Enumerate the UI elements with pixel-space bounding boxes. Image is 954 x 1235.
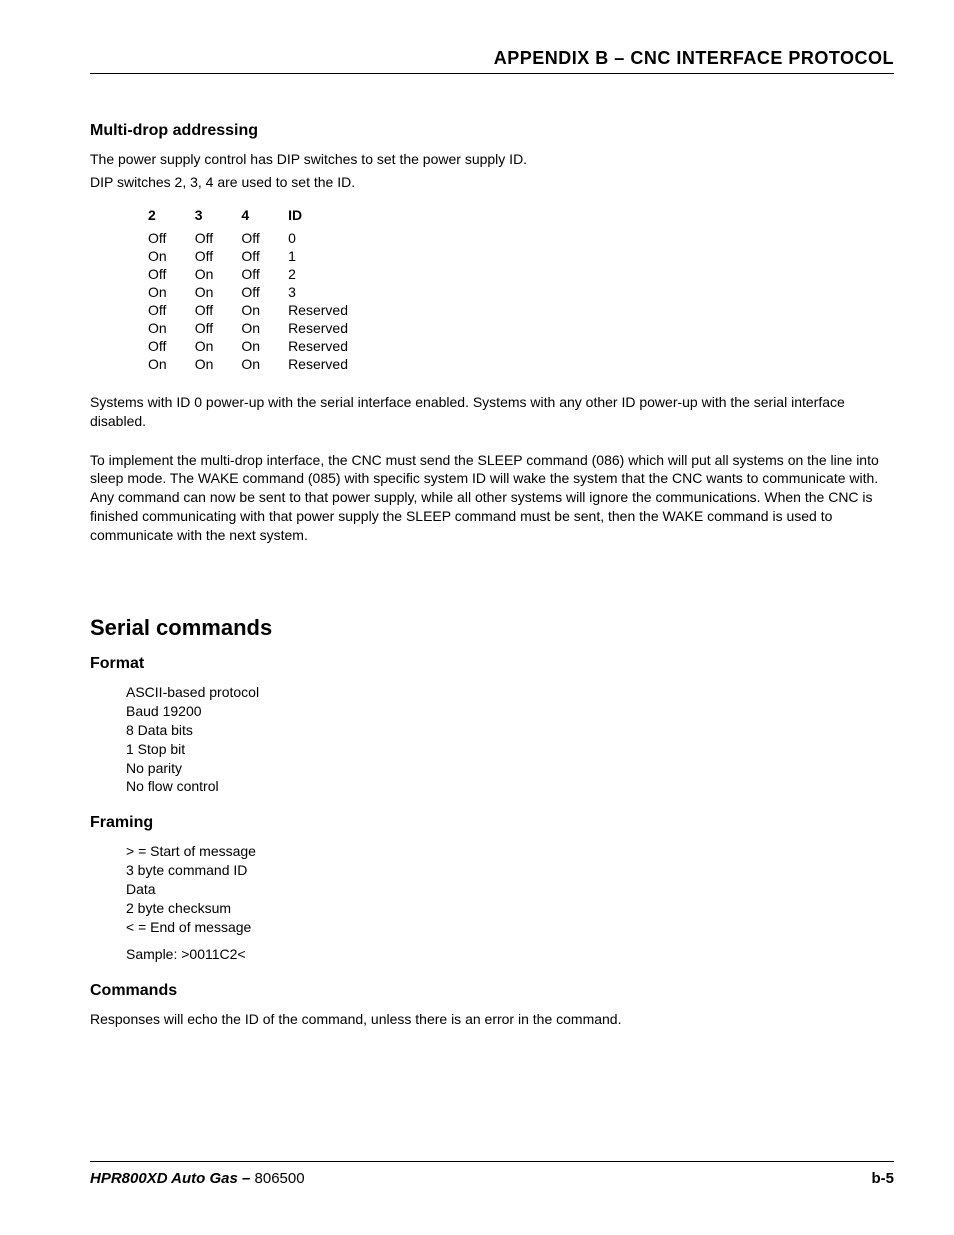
table-cell: 0: [288, 229, 376, 247]
table-cell: On: [241, 337, 288, 355]
multidrop-para-2: To implement the multi-drop interface, t…: [90, 451, 894, 545]
list-item: ASCII-based protocol: [126, 683, 894, 702]
table-cell: On: [148, 319, 195, 337]
dip-header-4: 4: [241, 206, 288, 229]
table-cell: Off: [195, 247, 242, 265]
table-cell: On: [195, 283, 242, 301]
dip-header-id: ID: [288, 206, 376, 229]
table-row: OffOnOff2: [148, 265, 376, 283]
table-cell: Off: [195, 229, 242, 247]
page: APPENDIX B – CNC INTERFACE PROTOCOL Mult…: [0, 0, 954, 1235]
table-cell: On: [148, 355, 195, 373]
table-row: OnOnOnReserved: [148, 355, 376, 373]
footer-page-number: b-5: [872, 1170, 895, 1187]
table-cell: On: [241, 301, 288, 319]
table-cell: On: [195, 355, 242, 373]
table-cell: On: [148, 247, 195, 265]
table-cell: Off: [241, 283, 288, 301]
footer-docnum: 806500: [255, 1170, 305, 1187]
heading-multidrop: Multi-drop addressing: [90, 122, 894, 140]
table-cell: Reserved: [288, 355, 376, 373]
footer-separator: –: [238, 1170, 255, 1187]
table-cell: 3: [288, 283, 376, 301]
footer-left: HPR800XD Auto Gas – 806500: [90, 1170, 305, 1187]
list-item: 1 Stop bit: [126, 740, 894, 759]
table-cell: Off: [148, 337, 195, 355]
list-item: 3 byte command ID: [126, 861, 894, 880]
table-cell: Reserved: [288, 319, 376, 337]
format-list: ASCII-based protocolBaud 192008 Data bit…: [126, 683, 894, 796]
table-row: OffOffOff0: [148, 229, 376, 247]
table-cell: Off: [195, 319, 242, 337]
table-cell: On: [241, 319, 288, 337]
table-row: OffOffOnReserved: [148, 301, 376, 319]
heading-commands: Commands: [90, 982, 894, 1000]
list-item: No flow control: [126, 777, 894, 796]
table-cell: On: [195, 265, 242, 283]
multidrop-para-1: Systems with ID 0 power-up with the seri…: [90, 393, 894, 431]
list-item: > = Start of message: [126, 842, 894, 861]
heading-format: Format: [90, 655, 894, 673]
table-cell: Reserved: [288, 301, 376, 319]
heading-framing: Framing: [90, 814, 894, 832]
table-row: OnOffOff1: [148, 247, 376, 265]
table-cell: Off: [241, 247, 288, 265]
commands-text: Responses will echo the ID of the comman…: [90, 1010, 894, 1029]
table-cell: Off: [195, 301, 242, 319]
table-cell: Off: [148, 265, 195, 283]
framing-sample: Sample: >0011C2<: [126, 945, 894, 964]
list-item: No parity: [126, 759, 894, 778]
multidrop-intro-2: DIP switches 2, 3, 4 are used to set the…: [90, 173, 894, 192]
table-cell: On: [241, 355, 288, 373]
appendix-title: APPENDIX B – CNC INTERFACE PROTOCOL: [90, 48, 894, 74]
table-cell: On: [195, 337, 242, 355]
table-cell: 2: [288, 265, 376, 283]
table-cell: 1: [288, 247, 376, 265]
list-item: < = End of message: [126, 918, 894, 937]
multidrop-intro-1: The power supply control has DIP switche…: [90, 150, 894, 169]
list-item: Baud 19200: [126, 702, 894, 721]
table-cell: Off: [148, 301, 195, 319]
table-row: OffOnOnReserved: [148, 337, 376, 355]
list-item: 2 byte checksum: [126, 899, 894, 918]
list-item: Data: [126, 880, 894, 899]
dip-header-2: 2: [148, 206, 195, 229]
dip-switch-table: 2 3 4 ID OffOffOff0OnOffOff1OffOnOff2OnO…: [148, 206, 376, 373]
list-item: 8 Data bits: [126, 721, 894, 740]
table-row: OnOffOnReserved: [148, 319, 376, 337]
page-footer: HPR800XD Auto Gas – 806500 b-5: [90, 1161, 894, 1187]
table-cell: On: [148, 283, 195, 301]
table-row: OnOnOff3: [148, 283, 376, 301]
footer-product: HPR800XD Auto Gas: [90, 1170, 238, 1187]
table-cell: Off: [148, 229, 195, 247]
dip-header-3: 3: [195, 206, 242, 229]
heading-serial-commands: Serial commands: [90, 615, 894, 641]
framing-list: > = Start of message3 byte command IDDat…: [126, 842, 894, 963]
table-cell: Off: [241, 265, 288, 283]
table-cell: Reserved: [288, 337, 376, 355]
table-cell: Off: [241, 229, 288, 247]
